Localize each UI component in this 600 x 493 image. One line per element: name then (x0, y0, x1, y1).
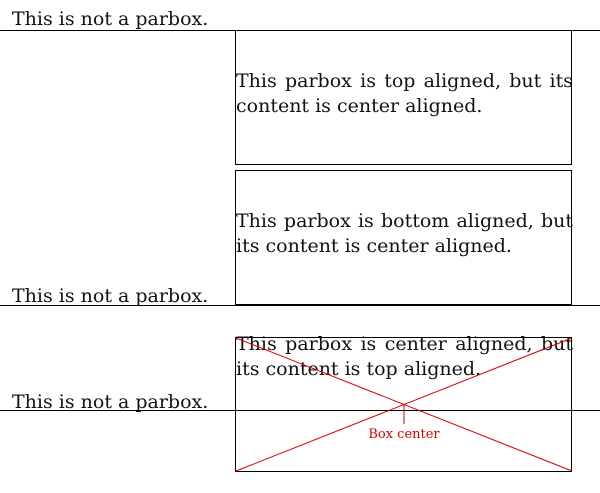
parbox-top-aligned-text: This parbox is top aligned, but its cont… (236, 70, 573, 117)
parbox-bottom-aligned: This parbox is bottom aligned, but its c… (235, 170, 573, 305)
parbox-center-aligned: This parbox is center aligned, but its c… (235, 333, 573, 472)
latex-parbox-document: This is not a parbox. This parbox is top… (0, 0, 600, 493)
parbox-center-aligned-text: This parbox is center aligned, but its c… (236, 333, 573, 380)
parbox-bottom-aligned-text: This parbox is bottom aligned, but its c… (236, 210, 573, 257)
baseline-3 (0, 410, 600, 411)
baseline-2 (0, 305, 600, 306)
not-parbox-label-2: This is not a parbox. (12, 285, 209, 307)
parbox-top-aligned: This parbox is top aligned, but its cont… (235, 30, 573, 165)
not-parbox-label-1: This is not a parbox. (12, 8, 209, 30)
